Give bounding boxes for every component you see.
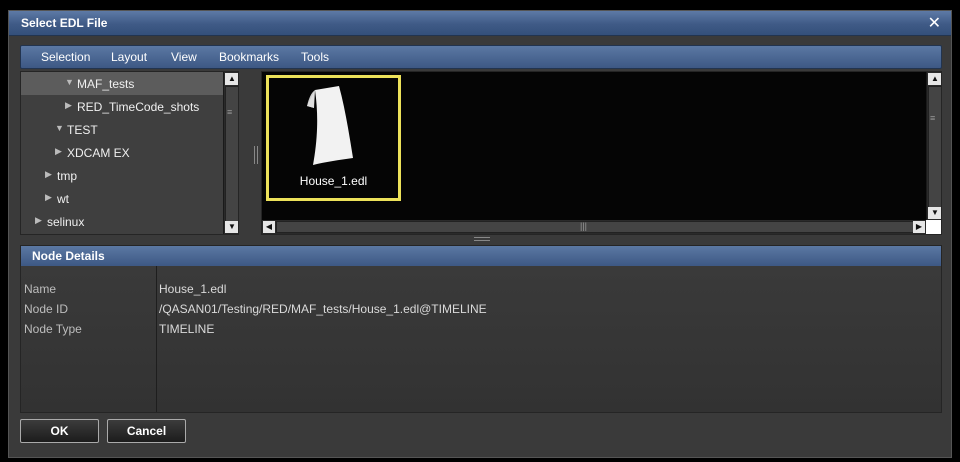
file-name-label: House_1.edl <box>299 174 368 188</box>
node-details-table: Name House_1.edl Node ID /QASAN01/Testin… <box>21 266 941 412</box>
cancel-button[interactable]: Cancel <box>107 419 186 443</box>
dialog-title: Select EDL File <box>21 16 108 30</box>
ok-button[interactable]: OK <box>20 419 99 443</box>
grip-icon: ≡ <box>227 107 233 117</box>
prop-name-value: House_1.edl <box>159 282 227 296</box>
scroll-corner <box>926 220 941 234</box>
browser-vertical-scrollbar[interactable]: ▲ ≡ ▼ <box>926 72 941 220</box>
grip-icon: ≡ <box>930 113 936 123</box>
tree-item-label: TEST <box>67 123 98 137</box>
title-bar[interactable]: Select EDL File ✕ <box>9 11 951 36</box>
menu-selection[interactable]: Selection <box>41 50 90 64</box>
scroll-down-icon[interactable]: ▼ <box>928 207 941 219</box>
scroll-up-icon[interactable]: ▲ <box>928 73 941 85</box>
panel-splitter-horizontal[interactable] <box>474 236 490 242</box>
tree-item-label: RED_TimeCode_shots <box>77 100 200 114</box>
expanded-arrow-icon[interactable]: ▼ <box>55 123 64 133</box>
panel-splitter-vertical[interactable] <box>253 146 259 164</box>
collapsed-arrow-icon[interactable]: ▶ <box>45 169 52 180</box>
prop-node-id-value: /QASAN01/Testing/RED/MAF_tests/House_1.e… <box>159 302 487 316</box>
collapsed-arrow-icon[interactable]: ▶ <box>55 146 62 157</box>
tree-item-maf-tests[interactable]: ▼ MAF_tests <box>21 72 238 95</box>
tree-item-label: tmp <box>57 169 78 183</box>
node-details-title: Node Details <box>32 249 105 263</box>
collapsed-arrow-icon[interactable]: ▶ <box>35 215 42 226</box>
tree-scrollbar[interactable]: ▲ ≡ ▼ <box>223 72 238 234</box>
tree-item-red-timecode-shots[interactable]: ▶ RED_TimeCode_shots <box>21 95 238 118</box>
node-details-header: Node Details <box>21 246 941 266</box>
scroll-right-icon[interactable]: ▶ <box>913 221 925 233</box>
file-browser: House_1.edl ▲ ≡ ▼ ◀ ||| ▶ <box>261 71 942 235</box>
tree-item-selinux[interactable]: ▶ selinux <box>21 210 238 233</box>
tree-item-label: wt <box>57 192 69 206</box>
browser-vscroll-thumb[interactable] <box>928 86 941 208</box>
tree-item-wt[interactable]: ▶ wt <box>21 187 238 210</box>
prop-node-id-label: Node ID <box>24 302 69 316</box>
menu-layout[interactable]: Layout <box>111 50 147 64</box>
tree-item-label: XDCAM EX <box>67 146 130 160</box>
scroll-down-icon[interactable]: ▼ <box>225 221 238 233</box>
grip-icon: ||| <box>580 221 588 231</box>
collapsed-arrow-icon[interactable]: ▶ <box>65 100 72 111</box>
collapsed-arrow-icon[interactable]: ▶ <box>45 192 52 203</box>
menu-tools[interactable]: Tools <box>301 50 329 64</box>
column-divider <box>156 266 157 412</box>
select-edl-dialog: Select EDL File ✕ Selection Layout View … <box>8 10 952 458</box>
prop-name-label: Name <box>24 282 57 296</box>
menu-view[interactable]: View <box>171 50 197 64</box>
document-icon <box>307 86 353 165</box>
tree-item-test[interactable]: ▼ TEST <box>21 118 238 141</box>
menu-bookmarks[interactable]: Bookmarks <box>219 50 279 64</box>
tree-item-tmp[interactable]: ▶ tmp <box>21 164 238 187</box>
browser-horizontal-scrollbar[interactable]: ◀ ||| ▶ <box>262 220 926 234</box>
expanded-arrow-icon[interactable]: ▼ <box>65 77 74 87</box>
close-icon[interactable]: ✕ <box>928 13 941 33</box>
scroll-left-icon[interactable]: ◀ <box>263 221 275 233</box>
tree-item-label: MAF_tests <box>77 77 135 91</box>
menu-bar: Selection Layout View Bookmarks Tools <box>20 45 942 69</box>
node-details-panel: Node Details Name House_1.edl Node ID /Q… <box>20 245 942 413</box>
browser-hscroll-thumb[interactable] <box>276 221 914 233</box>
folder-tree: ▼ MAF_tests ▶ RED_TimeCode_shots ▼ TEST … <box>20 71 239 235</box>
scroll-up-icon[interactable]: ▲ <box>225 73 238 85</box>
prop-node-type-value: TIMELINE <box>159 322 215 336</box>
tree-item-xdcam-ex[interactable]: ▶ XDCAM EX <box>21 141 238 164</box>
prop-node-type-label: Node Type <box>24 322 82 336</box>
file-item[interactable]: House_1.edl <box>266 75 401 201</box>
tree-item-label: selinux <box>47 215 85 229</box>
